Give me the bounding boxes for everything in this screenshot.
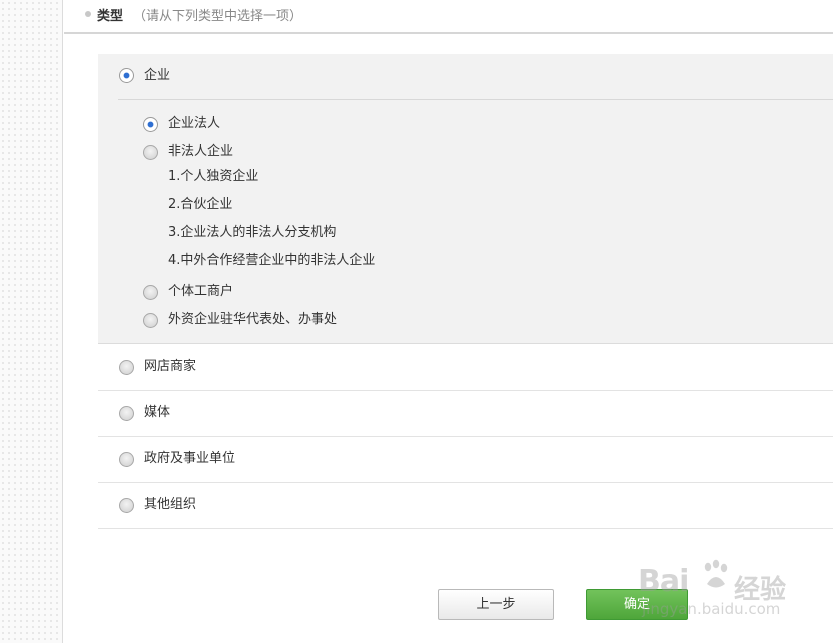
option-label-other-org[interactable]: 其他组织	[144, 497, 196, 513]
option-label-non-legal-entity[interactable]: 非法人企业	[168, 144, 233, 160]
left-pattern-strip	[0, 0, 63, 643]
note-joint-venture: 4.中外合作经营企业中的非法人企业	[168, 253, 376, 268]
radio-enterprise[interactable]	[119, 68, 134, 83]
option-label-online-store[interactable]: 网店商家	[144, 359, 196, 375]
option-label-enterprise[interactable]: 企业	[144, 68, 170, 84]
row-divider	[98, 482, 833, 483]
radio-foreign-rep-office[interactable]	[143, 313, 158, 328]
radio-online-store[interactable]	[119, 360, 134, 375]
section-hint: （请从下列类型中选择一项）	[133, 9, 303, 24]
option-label-government[interactable]: 政府及事业单位	[144, 451, 235, 467]
option-label-media[interactable]: 媒体	[144, 405, 170, 421]
prev-step-button[interactable]: 上一步	[438, 589, 554, 620]
section-header: 类型 （请从下列类型中选择一项）	[64, 0, 833, 34]
option-label-legal-entity[interactable]: 企业法人	[168, 116, 220, 132]
watermark-url: jingyan.baidu.com	[642, 600, 781, 618]
note-branch-office: 3.企业法人的非法人分支机构	[168, 225, 337, 240]
radio-legal-entity[interactable]	[143, 117, 158, 132]
radio-individual-business[interactable]	[143, 285, 158, 300]
option-label-individual-business[interactable]: 个体工商户	[168, 284, 233, 300]
note-partnership: 2.合伙企业	[168, 197, 233, 212]
row-divider	[98, 390, 833, 391]
block-divider	[118, 99, 833, 100]
radio-non-legal-entity[interactable]	[143, 145, 158, 160]
row-divider	[98, 436, 833, 437]
radio-other-org[interactable]	[119, 498, 134, 513]
baidu-jingyan-watermark: Bai 经验 jingyan.baidu.com	[638, 556, 828, 626]
row-divider	[98, 528, 833, 529]
section-title: 类型	[97, 9, 124, 24]
bullet-icon	[85, 11, 91, 17]
note-sole-proprietorship: 1.个人独资企业	[168, 169, 259, 184]
radio-media[interactable]	[119, 406, 134, 421]
watermark-brand: Bai	[638, 564, 689, 599]
option-label-foreign-rep-office[interactable]: 外资企业驻华代表处、办事处	[168, 312, 337, 328]
radio-government[interactable]	[119, 452, 134, 467]
paw-icon	[704, 559, 728, 588]
